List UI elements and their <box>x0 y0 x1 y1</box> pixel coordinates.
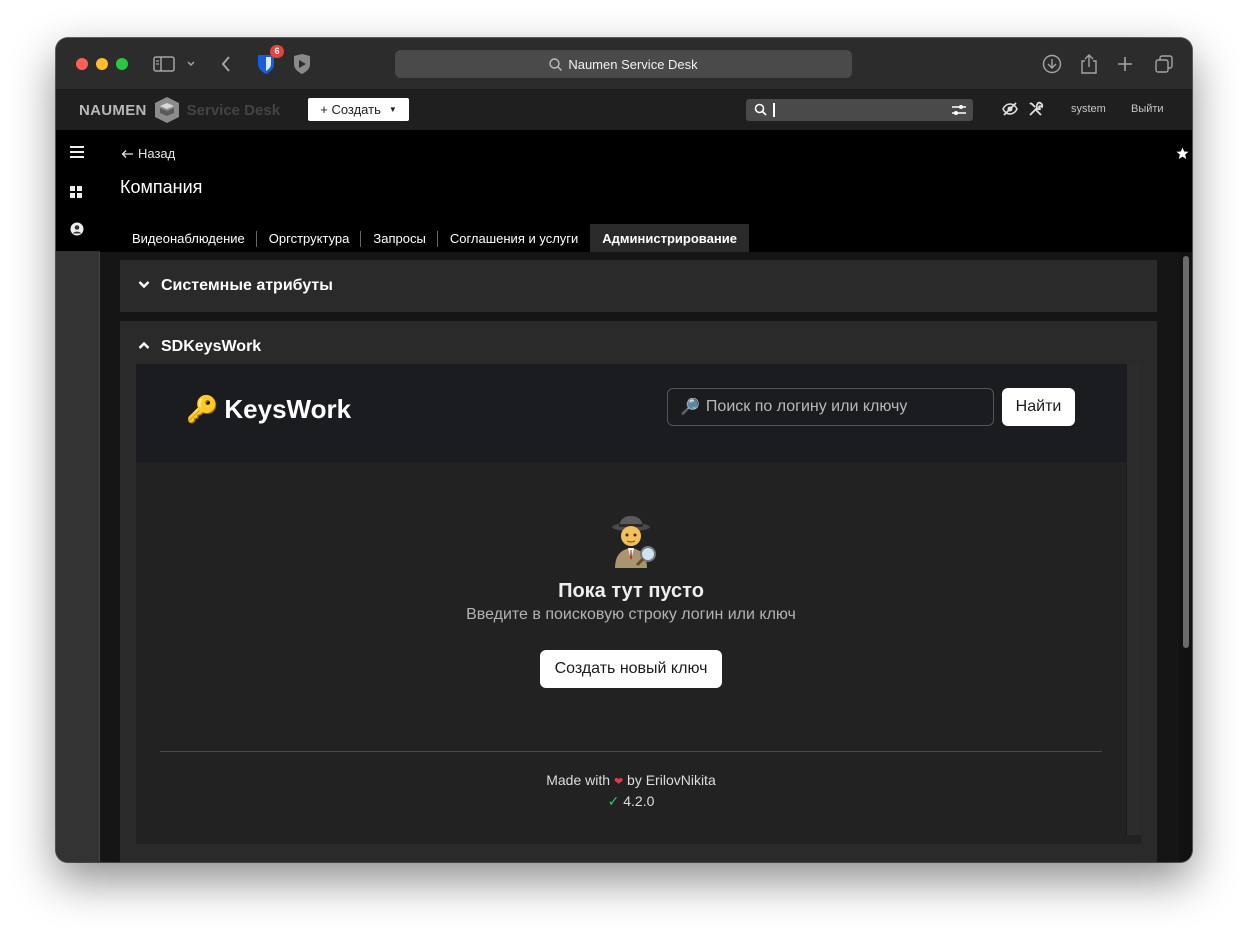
logout-link[interactable]: Выйти <box>1131 103 1164 115</box>
keyswork-logo: 🔑 KeysWork <box>186 394 351 425</box>
tab-zaprosy[interactable]: Запросы <box>361 224 439 252</box>
sidebar-toggle-icon[interactable] <box>153 52 175 76</box>
find-button[interactable]: Найти <box>1002 388 1075 426</box>
tab-orgstruktura[interactable]: Оргструктура <box>257 224 362 252</box>
tab-videonablyudenie[interactable]: Видеонаблюдение <box>120 224 257 252</box>
address-bar[interactable]: Naumen Service Desk <box>395 50 852 78</box>
search-icon <box>549 57 563 71</box>
page-scrollbar[interactable] <box>1179 252 1192 862</box>
tab-administrirovanie[interactable]: Администрирование <box>590 224 749 252</box>
magnifier-icon: 🔎 <box>680 399 700 416</box>
global-search-input[interactable] <box>746 99 973 121</box>
key-search-input[interactable]: 🔎 Поиск по логину или ключу <box>667 388 994 426</box>
back-arrow-icon[interactable] <box>220 52 232 76</box>
back-link-label: Назад <box>138 146 176 161</box>
address-text: Naumen Service Desk <box>568 56 698 72</box>
tab-soglasheniya[interactable]: Соглашения и услуги <box>438 224 590 252</box>
key-search-placeholder: Поиск по логину или ключу <box>705 398 908 415</box>
detective-icon <box>612 516 656 568</box>
empty-state-title: Пока тут пусто <box>558 580 704 602</box>
logo-text-service-desk: Service Desk <box>186 101 281 119</box>
caret-down-icon: ▼ <box>388 105 397 114</box>
back-link[interactable]: Назад <box>121 146 175 161</box>
empty-state-subtitle: Введите в поисковую строку логин или клю… <box>466 606 796 623</box>
chevron-down-icon[interactable] <box>186 52 196 76</box>
star-icon[interactable] <box>1176 147 1189 160</box>
text-cursor <box>773 103 775 117</box>
browser-toolbar: 6 Naumen Service Desk <box>56 38 1192 90</box>
system-attributes-panel[interactable]: Системные атрибуты <box>120 260 1157 312</box>
zoom-window-button[interactable] <box>116 58 128 70</box>
keyswork-app: 🔑 KeysWork 🔎 Поиск по логину или ключу Н… <box>136 364 1141 844</box>
page-header: Назад Компания Видеонаблюдение Оргструкт… <box>100 130 1192 252</box>
share-icon[interactable] <box>1080 52 1098 76</box>
page-title: Компания <box>120 177 203 197</box>
tab-bar: Видеонаблюдение Оргструктура Запросы Сог… <box>120 224 749 252</box>
key-icon: 🔑 <box>186 394 219 424</box>
tab-overview-icon[interactable] <box>1154 52 1174 76</box>
version-text: 4.2.0 <box>623 793 655 809</box>
create-button-label: + Создать <box>320 102 381 117</box>
scrollbar-thumb[interactable] <box>1183 256 1189 648</box>
eye-slash-icon[interactable] <box>1002 101 1018 117</box>
dashboard-icon[interactable] <box>70 186 83 199</box>
chevron-up-icon[interactable] <box>138 341 150 350</box>
logo-text-naumen: NAUMEN <box>79 101 147 119</box>
author-link[interactable]: by ErilovNikita <box>627 772 716 788</box>
left-navigation-rail <box>56 130 100 862</box>
chevron-down-icon[interactable] <box>138 280 150 289</box>
create-button[interactable]: + Создать ▼ <box>308 98 409 121</box>
close-window-button[interactable] <box>76 58 88 70</box>
logo-cube-icon <box>154 97 179 123</box>
sdkeyswork-panel: SDKeysWork 🔑 KeysWork 🔎 Поиск по логину … <box>120 321 1157 862</box>
panel-title: Системные атрибуты <box>161 277 333 294</box>
browser-window: 6 Naumen Service Desk NAUMEN Service Des… <box>56 38 1192 862</box>
minimize-window-button[interactable] <box>96 58 108 70</box>
version-line: ✓ 4.2.0 <box>136 793 1126 810</box>
download-icon[interactable] <box>1042 52 1062 76</box>
keyswork-header: 🔑 KeysWork 🔎 Поиск по логину или ключу Н… <box>136 364 1126 462</box>
new-tab-icon[interactable] <box>1117 52 1133 76</box>
made-with-line: Made with ❤ by ErilovNikita <box>136 772 1126 788</box>
heart-icon: ❤ <box>613 776 624 788</box>
arrow-left-icon <box>121 149 133 158</box>
filter-settings-icon[interactable] <box>951 103 967 117</box>
panel-title: SDKeysWork <box>161 338 262 355</box>
app-topbar: NAUMEN Service Desk + Создать ▼ system В… <box>56 90 1192 130</box>
shield-icon[interactable] <box>292 52 312 76</box>
user-circle-icon[interactable] <box>70 222 84 236</box>
check-icon: ✓ <box>607 793 620 809</box>
user-link[interactable]: system <box>1071 103 1106 115</box>
inner-scrollbar[interactable] <box>1126 364 1141 835</box>
footer-divider <box>160 751 1102 752</box>
tools-icon[interactable] <box>1028 101 1044 117</box>
made-with-text: Made with <box>546 772 611 788</box>
app-logo[interactable]: NAUMEN Service Desk <box>79 96 280 124</box>
hamburger-menu-icon[interactable] <box>70 146 84 158</box>
create-key-button[interactable]: Создать новый ключ <box>540 650 722 688</box>
keyswork-logo-text: KeysWork <box>224 394 352 424</box>
extension-badge: 6 <box>270 45 284 58</box>
search-icon <box>754 103 767 116</box>
main-content: Системные атрибуты SDKeysWork 🔑 KeysWork… <box>100 252 1192 862</box>
